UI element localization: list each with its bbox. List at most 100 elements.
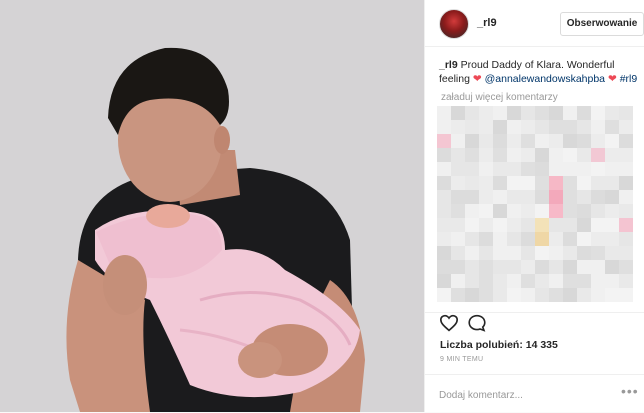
blur-pixel (479, 260, 493, 274)
blur-pixel (619, 246, 633, 260)
post-photo[interactable] (0, 0, 424, 412)
blur-pixel (437, 288, 451, 302)
blur-pixel (605, 190, 619, 204)
blur-pixel (493, 190, 507, 204)
blur-pixel (465, 190, 479, 204)
blur-pixel (465, 260, 479, 274)
blur-pixel (465, 134, 479, 148)
blur-pixel (451, 288, 465, 302)
username-link[interactable]: _rl9 (477, 17, 497, 29)
blur-pixel (535, 260, 549, 274)
blur-pixel (507, 246, 521, 260)
blur-pixel (549, 246, 563, 260)
blur-pixel (605, 134, 619, 148)
blur-pixel (549, 218, 563, 232)
blur-pixel (493, 260, 507, 274)
blur-pixel (521, 190, 535, 204)
blur-pixel (465, 218, 479, 232)
blur-pixel (591, 232, 605, 246)
blur-pixel (437, 148, 451, 162)
blur-pixel (451, 260, 465, 274)
blur-pixel (451, 162, 465, 176)
blur-pixel (535, 218, 549, 232)
blur-pixel (437, 106, 451, 120)
blur-pixel (493, 246, 507, 260)
avatar[interactable] (439, 9, 469, 39)
blur-pixel (577, 260, 591, 274)
blur-pixel (437, 274, 451, 288)
blur-pixel (437, 218, 451, 232)
blur-pixel (563, 246, 577, 260)
blur-pixel (465, 162, 479, 176)
blur-pixel (549, 232, 563, 246)
caption-author-link[interactable]: _rl9 (439, 59, 458, 71)
blur-pixel (479, 218, 493, 232)
blur-pixel (563, 218, 577, 232)
blur-pixel (577, 232, 591, 246)
blur-pixel (619, 288, 633, 302)
blur-pixel (605, 120, 619, 134)
blur-pixel (563, 134, 577, 148)
blur-pixel (591, 162, 605, 176)
blur-pixel (549, 106, 563, 120)
blur-pixel (563, 162, 577, 176)
blur-pixel (549, 288, 563, 302)
blur-pixel (437, 246, 451, 260)
blur-pixel (479, 148, 493, 162)
blur-pixel (437, 120, 451, 134)
blur-pixel (563, 260, 577, 274)
caption-mention-link[interactable]: @annalewandowskahpba (485, 73, 605, 85)
blur-pixel (577, 176, 591, 190)
blur-pixel (619, 274, 633, 288)
actions-divider (425, 312, 644, 313)
blur-pixel (619, 260, 633, 274)
ellipsis-icon[interactable]: ••• (621, 383, 639, 399)
blur-pixel (521, 148, 535, 162)
blur-pixel (605, 204, 619, 218)
blur-pixel (549, 120, 563, 134)
comment-input[interactable] (437, 384, 611, 406)
blur-pixel (507, 120, 521, 134)
blur-pixel (563, 274, 577, 288)
blur-pixel (535, 204, 549, 218)
post-caption: _rl9 Proud Daddy of Klara. Wonderful fee… (439, 58, 639, 86)
blur-pixel (507, 204, 521, 218)
speech-bubble-icon[interactable] (467, 314, 487, 332)
blur-pixel (605, 288, 619, 302)
blur-pixel (437, 134, 451, 148)
blur-pixel (465, 120, 479, 134)
blur-pixel (563, 288, 577, 302)
comment-box: ••• (425, 374, 644, 413)
load-more-comments-link[interactable]: załaduj więcej komentarzy (441, 92, 558, 103)
blur-pixel (479, 162, 493, 176)
blur-pixel (493, 162, 507, 176)
blur-pixel (451, 120, 465, 134)
blur-pixel (577, 274, 591, 288)
blur-pixel (479, 232, 493, 246)
blur-pixel (493, 148, 507, 162)
blur-pixel (591, 204, 605, 218)
blur-pixel (549, 162, 563, 176)
following-button[interactable]: Obserwowanie (560, 12, 644, 36)
blur-pixel (479, 204, 493, 218)
blur-pixel (577, 190, 591, 204)
blur-pixel (563, 190, 577, 204)
blur-pixel (563, 106, 577, 120)
blur-pixel (521, 162, 535, 176)
blur-pixel (437, 162, 451, 176)
blur-pixel (493, 120, 507, 134)
likes-count[interactable]: Liczba polubień: 14 335 (440, 339, 558, 351)
caption-hashtag-link[interactable]: #rl9 (620, 73, 638, 85)
heart-outline-icon[interactable] (439, 314, 459, 332)
blur-pixel (605, 260, 619, 274)
post-timestamp: 9 MIN TEMU (440, 356, 484, 363)
blur-pixel (619, 176, 633, 190)
blur-pixel (605, 246, 619, 260)
photo-illustration (0, 0, 424, 412)
blur-pixel (493, 232, 507, 246)
post-header: _rl9 Obserwowanie (425, 0, 644, 47)
blur-pixel (437, 204, 451, 218)
blur-pixel (619, 190, 633, 204)
blur-pixel (535, 246, 549, 260)
blur-pixel (451, 218, 465, 232)
